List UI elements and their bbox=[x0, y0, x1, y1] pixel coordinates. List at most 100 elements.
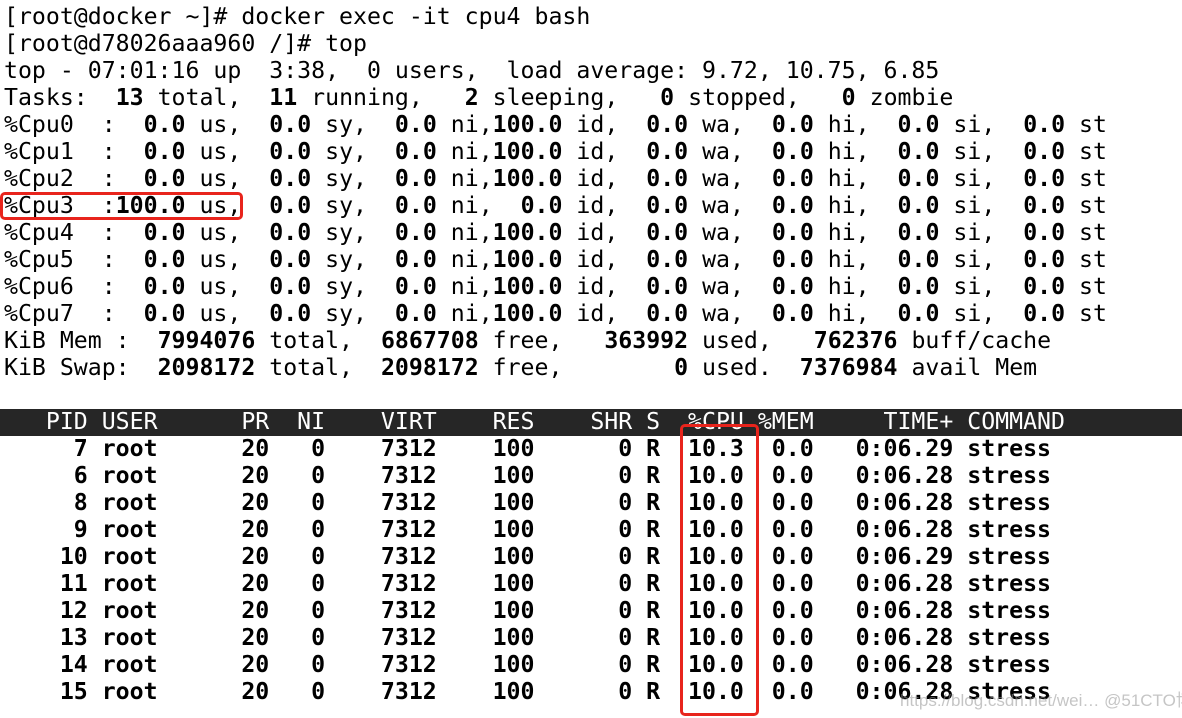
text-segment: top - 07:01:16 up 3:38, 0 users, load av… bbox=[4, 57, 940, 84]
text-segment: hi, bbox=[813, 219, 884, 246]
text-segment: used, bbox=[688, 327, 786, 354]
text-segment: 0.0 bbox=[255, 138, 312, 165]
text-segment: sy, bbox=[311, 165, 381, 192]
text-segment: %Cpu7 : bbox=[4, 300, 116, 327]
text-segment: 100.0 bbox=[115, 192, 186, 219]
text-segment: id, bbox=[562, 246, 633, 273]
text-segment: si, bbox=[939, 165, 1010, 192]
text-segment: 0.0 bbox=[632, 192, 689, 219]
text-segment: KiB Swap: bbox=[4, 354, 144, 381]
text-segment: ni, bbox=[436, 273, 493, 300]
text-segment: 6 root 20 0 7312 100 0 R 10.0 0.0 0:06.2… bbox=[4, 462, 1052, 489]
text-segment: st bbox=[1065, 111, 1107, 138]
text-segment: 7376984 bbox=[785, 354, 898, 381]
text-segment: id, bbox=[562, 192, 633, 219]
text-segment: 0.0 bbox=[380, 300, 437, 327]
terminal-line: %Cpu7 : 0.0 us, 0.0 sy, 0.0 ni,100.0 id,… bbox=[4, 300, 1107, 327]
text-segment: wa, bbox=[688, 273, 758, 300]
text-segment: id, bbox=[562, 111, 633, 138]
text-segment: 0.0 bbox=[883, 111, 940, 138]
text-segment: 0.0 bbox=[632, 273, 689, 300]
text-segment: si, bbox=[939, 219, 1010, 246]
text-segment: wa, bbox=[688, 246, 758, 273]
text-segment: 0.0 bbox=[632, 165, 689, 192]
text-segment: total, bbox=[143, 84, 256, 111]
text-segment: 0.0 bbox=[632, 138, 689, 165]
text-segment: 0.0 bbox=[115, 165, 186, 192]
text-segment: hi, bbox=[813, 273, 884, 300]
text-segment: 0.0 bbox=[632, 111, 689, 138]
text-segment: 0.0 bbox=[757, 165, 814, 192]
text-segment: 0 bbox=[576, 354, 689, 381]
text-segment: 12 root 20 0 7312 100 0 R 10.0 0.0 0:06.… bbox=[4, 597, 1052, 624]
terminal-line: %Cpu3 :100.0 us, 0.0 sy, 0.0 ni, 0.0 id,… bbox=[4, 192, 1107, 219]
text-segment: hi, bbox=[813, 246, 884, 273]
text-segment: st bbox=[1065, 219, 1107, 246]
text-segment: 0.0 bbox=[1009, 138, 1066, 165]
text-segment: KiB Mem : bbox=[4, 327, 144, 354]
text-segment: st bbox=[1065, 165, 1107, 192]
text-segment: 0.0 bbox=[1009, 111, 1066, 138]
text-segment: 0.0 bbox=[632, 246, 689, 273]
text-segment: 8 root 20 0 7312 100 0 R 10.0 0.0 0:06.2… bbox=[4, 489, 1052, 516]
process-row: 13 root 20 0 7312 100 0 R 10.0 0.0 0:06.… bbox=[4, 624, 1107, 651]
text-segment: st bbox=[1065, 246, 1107, 273]
terminal-line: %Cpu1 : 0.0 us, 0.0 sy, 0.0 ni,100.0 id,… bbox=[4, 138, 1107, 165]
text-segment: si, bbox=[939, 300, 1010, 327]
text-segment: id, bbox=[562, 273, 633, 300]
text-segment: 2098172 bbox=[143, 354, 256, 381]
text-segment: 0.0 bbox=[632, 219, 689, 246]
text-segment: %Cpu1 : bbox=[4, 138, 116, 165]
text-segment: 0.0 bbox=[255, 192, 312, 219]
text-segment: wa, bbox=[688, 192, 758, 219]
text-segment: 11 root 20 0 7312 100 0 R 10.0 0.0 0:06.… bbox=[4, 570, 1052, 597]
text-segment: us, bbox=[185, 246, 256, 273]
text-segment: id, bbox=[562, 300, 633, 327]
text-segment: 0.0 bbox=[883, 300, 940, 327]
text-segment: 0 bbox=[813, 84, 856, 111]
terminal-line: %Cpu2 : 0.0 us, 0.0 sy, 0.0 ni,100.0 id,… bbox=[4, 165, 1107, 192]
text-segment: us, bbox=[185, 273, 256, 300]
text-segment: 0.0 bbox=[115, 138, 186, 165]
text-segment: hi, bbox=[813, 300, 884, 327]
text-segment: us, bbox=[185, 300, 256, 327]
text-segment: 0.0 bbox=[1009, 300, 1066, 327]
text-segment: sy, bbox=[311, 138, 381, 165]
text-segment: 762376 bbox=[785, 327, 898, 354]
terminal-line: KiB Swap: 2098172 total, 2098172 free, 0… bbox=[4, 354, 1107, 381]
text-segment: 0.0 bbox=[380, 138, 437, 165]
text-segment: 6867708 bbox=[366, 327, 479, 354]
terminal-line: %Cpu5 : 0.0 us, 0.0 sy, 0.0 ni,100.0 id,… bbox=[4, 246, 1107, 273]
text-segment: 100.0 bbox=[492, 165, 563, 192]
text-segment: 0.0 bbox=[883, 246, 940, 273]
text-segment: wa, bbox=[688, 165, 758, 192]
terminal-line: %Cpu6 : 0.0 us, 0.0 sy, 0.0 ni,100.0 id,… bbox=[4, 273, 1107, 300]
text-segment: 0.0 bbox=[115, 300, 186, 327]
text-segment: %Cpu4 : bbox=[4, 219, 116, 246]
text-segment: 0.0 bbox=[255, 273, 312, 300]
text-segment: 0.0 bbox=[757, 273, 814, 300]
terminal-line bbox=[4, 381, 1107, 408]
text-segment: 0.0 bbox=[1009, 192, 1066, 219]
terminal-line: KiB Mem : 7994076 total, 6867708 free, 3… bbox=[4, 327, 1107, 354]
text-segment: [root@docker ~]# docker exec -it cpu4 ba… bbox=[4, 3, 591, 30]
text-segment: us, bbox=[185, 111, 256, 138]
text-segment: 363992 bbox=[576, 327, 689, 354]
text-segment: total, bbox=[255, 327, 367, 354]
text-segment: 0 bbox=[632, 84, 675, 111]
text-segment: ni, bbox=[436, 138, 493, 165]
text-segment: 0.0 bbox=[255, 165, 312, 192]
text-segment: id, bbox=[562, 219, 633, 246]
text-segment: %Cpu3 : bbox=[4, 192, 116, 219]
terminal-line: [root@docker ~]# docker exec -it cpu4 ba… bbox=[4, 3, 1107, 30]
text-segment: [root@d78026aaa960 /]# top bbox=[4, 30, 367, 57]
text-segment: 0.0 bbox=[115, 219, 186, 246]
text-segment: 0.0 bbox=[380, 246, 437, 273]
text-segment: buff/cache bbox=[897, 327, 1052, 354]
text-segment: 0.0 bbox=[883, 273, 940, 300]
text-segment: 0.0 bbox=[255, 219, 312, 246]
text-segment: 0.0 bbox=[757, 138, 814, 165]
text-segment: hi, bbox=[813, 165, 884, 192]
text-segment: used. bbox=[688, 354, 786, 381]
text-segment: 0.0 bbox=[380, 273, 437, 300]
